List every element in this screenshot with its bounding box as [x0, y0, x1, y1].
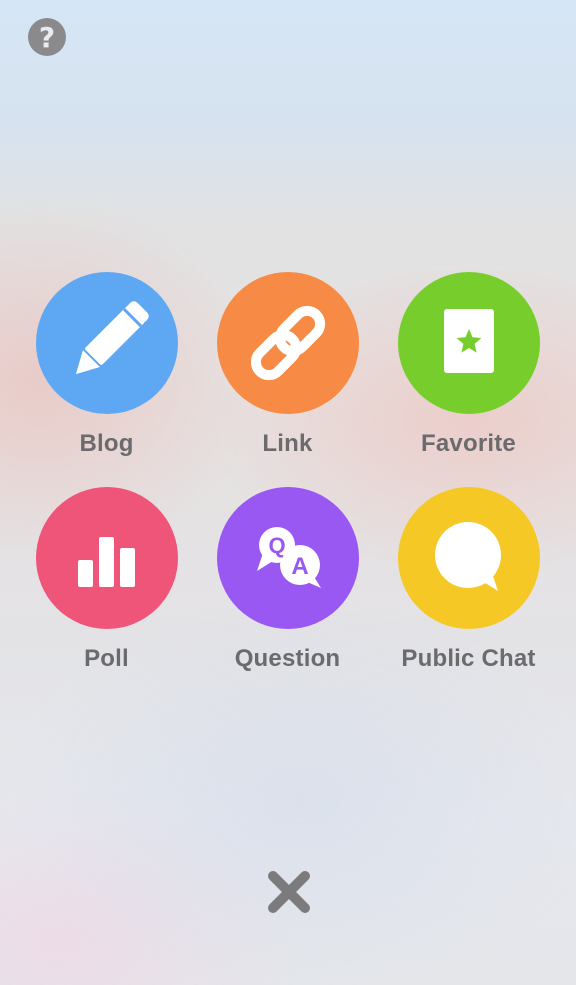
question-circle: Q A [216, 487, 359, 629]
favorite-label: Favorite [421, 430, 516, 457]
blog-button[interactable]: Blog [16, 272, 197, 487]
close-icon [268, 871, 310, 913]
public-chat-circle [397, 487, 540, 629]
favorite-button[interactable]: Favorite [378, 272, 559, 487]
close-button[interactable] [263, 866, 315, 918]
public-chat-label: Public Chat [401, 645, 536, 672]
poll-circle [35, 487, 178, 629]
question-button[interactable]: Q A Question [197, 487, 378, 702]
blog-circle [35, 272, 178, 414]
create-post-menu: Blog Link Favorite Poll Q A Question Pub… [0, 272, 576, 702]
chain-link-icon [250, 305, 325, 381]
a-glyph: A [291, 553, 308, 580]
chat-bubble-icon [434, 522, 501, 591]
qa-bubbles-icon: Q A [256, 527, 321, 588]
q-glyph: Q [268, 533, 285, 558]
poll-button[interactable]: Poll [16, 487, 197, 702]
blog-label: Blog [79, 430, 134, 457]
bar-chart-icon [77, 537, 135, 587]
link-label: Link [262, 430, 313, 457]
public-chat-button[interactable]: Public Chat [378, 487, 559, 702]
question-label: Question [234, 645, 341, 672]
link-circle [216, 272, 359, 414]
favorite-circle [397, 272, 540, 414]
poll-label: Poll [84, 645, 129, 672]
star-card-icon [443, 309, 494, 373]
question-mark-icon: ? [38, 20, 56, 54]
help-button[interactable]: ? [28, 18, 66, 56]
link-button[interactable]: Link [197, 272, 378, 487]
pencil-icon [75, 301, 149, 375]
